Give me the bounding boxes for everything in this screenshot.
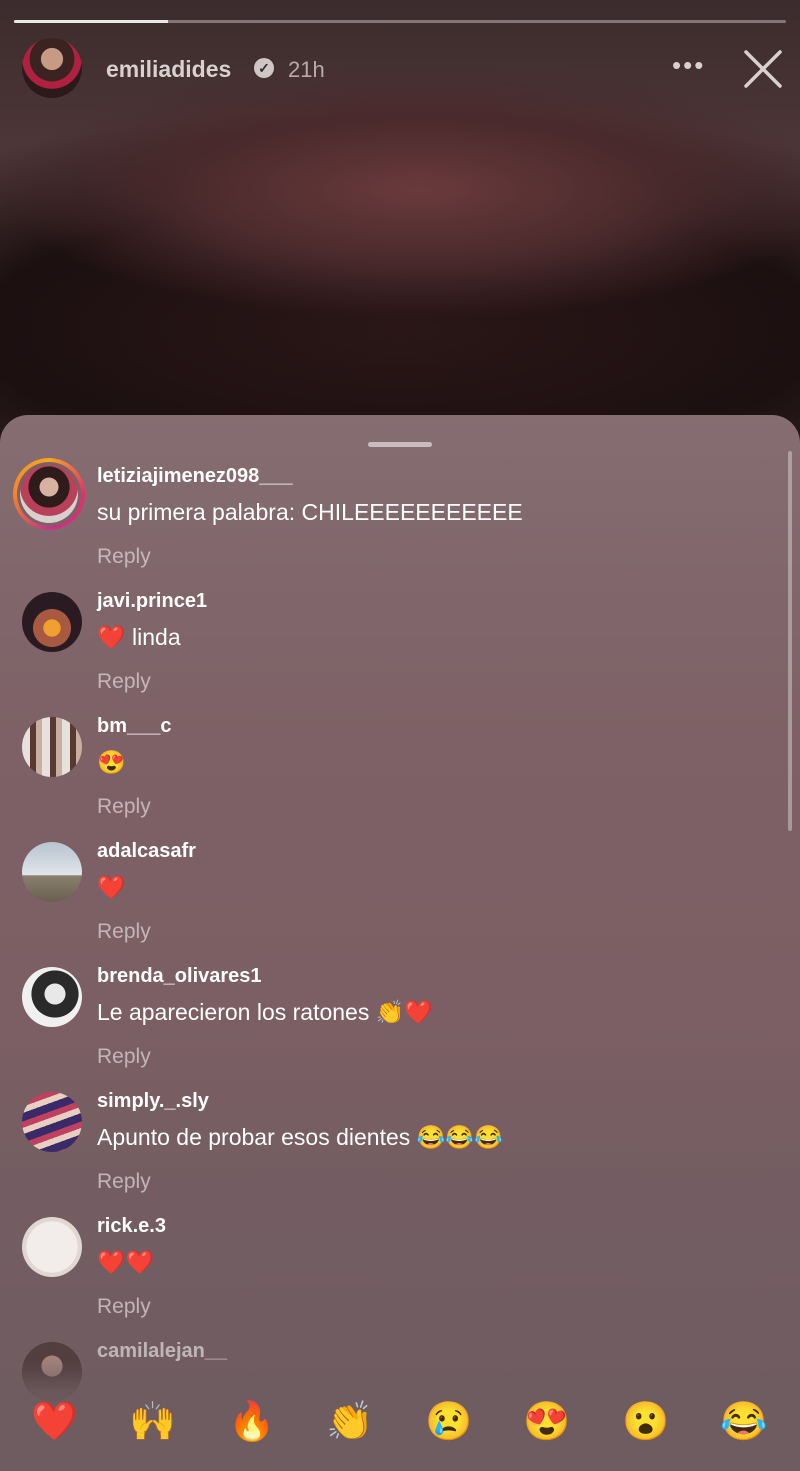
reaction-heart-eyes-icon[interactable]: 😍 bbox=[515, 1394, 579, 1450]
comment-text: Apunto de probar esos dientes 😂😂😂 bbox=[97, 1124, 503, 1150]
story-header: emiliadides ✓ 21h ••• bbox=[22, 38, 782, 98]
story-author-username[interactable]: emiliadides bbox=[106, 56, 231, 83]
comment-username[interactable]: simply._.sly bbox=[97, 1090, 209, 1113]
reaction-raised-hands-icon[interactable]: 🙌 bbox=[121, 1394, 185, 1450]
commenter-avatar[interactable] bbox=[22, 967, 82, 1027]
commenter-avatar[interactable] bbox=[22, 1092, 82, 1152]
reply-button[interactable]: Reply bbox=[97, 545, 151, 569]
avatar-photo bbox=[20, 465, 78, 523]
commenter-avatar[interactable] bbox=[13, 458, 85, 530]
comment-username[interactable]: adalcasafr bbox=[97, 840, 196, 863]
commenter-avatar[interactable] bbox=[22, 842, 82, 902]
close-icon[interactable] bbox=[742, 48, 784, 90]
reaction-laughing-icon[interactable]: 😂 bbox=[712, 1394, 776, 1450]
comment-username[interactable]: brenda_olivares1 bbox=[97, 965, 262, 988]
reply-button[interactable]: Reply bbox=[97, 1045, 151, 1069]
comment-item: bm___c 😍 Reply bbox=[0, 715, 780, 835]
comment-username[interactable]: letiziajimenez098___ bbox=[97, 465, 293, 488]
reply-button[interactable]: Reply bbox=[97, 1170, 151, 1194]
story-progress-fill bbox=[14, 20, 169, 23]
comment-item: simply._.sly Apunto de probar esos dient… bbox=[0, 1090, 780, 1210]
comment-text: ❤️ linda bbox=[97, 624, 181, 650]
reply-button[interactable]: Reply bbox=[97, 920, 151, 944]
comments-scrollbar[interactable] bbox=[788, 451, 792, 831]
verified-badge-icon: ✓ bbox=[254, 58, 274, 78]
reply-button[interactable]: Reply bbox=[97, 795, 151, 819]
reaction-surprised-icon[interactable]: 😮 bbox=[614, 1394, 678, 1450]
comment-username[interactable]: javi.prince1 bbox=[97, 590, 207, 613]
sheet-drag-handle[interactable] bbox=[368, 442, 432, 447]
comment-username[interactable]: bm___c bbox=[97, 715, 172, 738]
more-options-icon[interactable]: ••• bbox=[672, 50, 705, 81]
comments-sheet: letiziajimenez098___ su primera palabra:… bbox=[0, 415, 800, 1471]
comment-text: ❤️❤️ bbox=[97, 1249, 155, 1275]
reaction-clap-icon[interactable]: 👏 bbox=[318, 1394, 382, 1450]
comment-item: javi.prince1 ❤️ linda Reply bbox=[0, 590, 780, 710]
comment-item: brenda_olivares1 Le aparecieron los rato… bbox=[0, 965, 780, 1085]
comment-text: su primera palabra: CHILEEEEEEEEEEE bbox=[97, 499, 523, 525]
reaction-fire-icon[interactable]: 🔥 bbox=[220, 1394, 284, 1450]
reply-button[interactable]: Reply bbox=[97, 670, 151, 694]
quick-reaction-bar: ❤️ 🙌 🔥 👏 😢 😍 😮 😂 bbox=[0, 1388, 800, 1458]
comment-username[interactable]: rick.e.3 bbox=[97, 1215, 166, 1238]
comment-text: Le aparecieron los ratones 👏❤️ bbox=[97, 999, 434, 1025]
reaction-heart-icon[interactable]: ❤️ bbox=[23, 1394, 87, 1450]
comment-text: ❤️ bbox=[97, 874, 126, 900]
reply-button[interactable]: Reply bbox=[97, 1295, 151, 1319]
comment-text: 😍 bbox=[97, 749, 126, 775]
story-progress-bar bbox=[14, 20, 786, 23]
commenter-avatar[interactable] bbox=[22, 1217, 82, 1277]
reaction-crying-icon[interactable]: 😢 bbox=[417, 1394, 481, 1450]
commenter-avatar[interactable] bbox=[22, 592, 82, 652]
story-timestamp: 21h bbox=[288, 57, 325, 82]
commenter-avatar[interactable] bbox=[22, 717, 82, 777]
comment-item: rick.e.3 ❤️❤️ Reply bbox=[0, 1215, 780, 1335]
story-author-avatar[interactable] bbox=[22, 38, 82, 98]
comment-item: adalcasafr ❤️ Reply bbox=[0, 840, 780, 960]
comment-item: letiziajimenez098___ su primera palabra:… bbox=[0, 458, 780, 585]
